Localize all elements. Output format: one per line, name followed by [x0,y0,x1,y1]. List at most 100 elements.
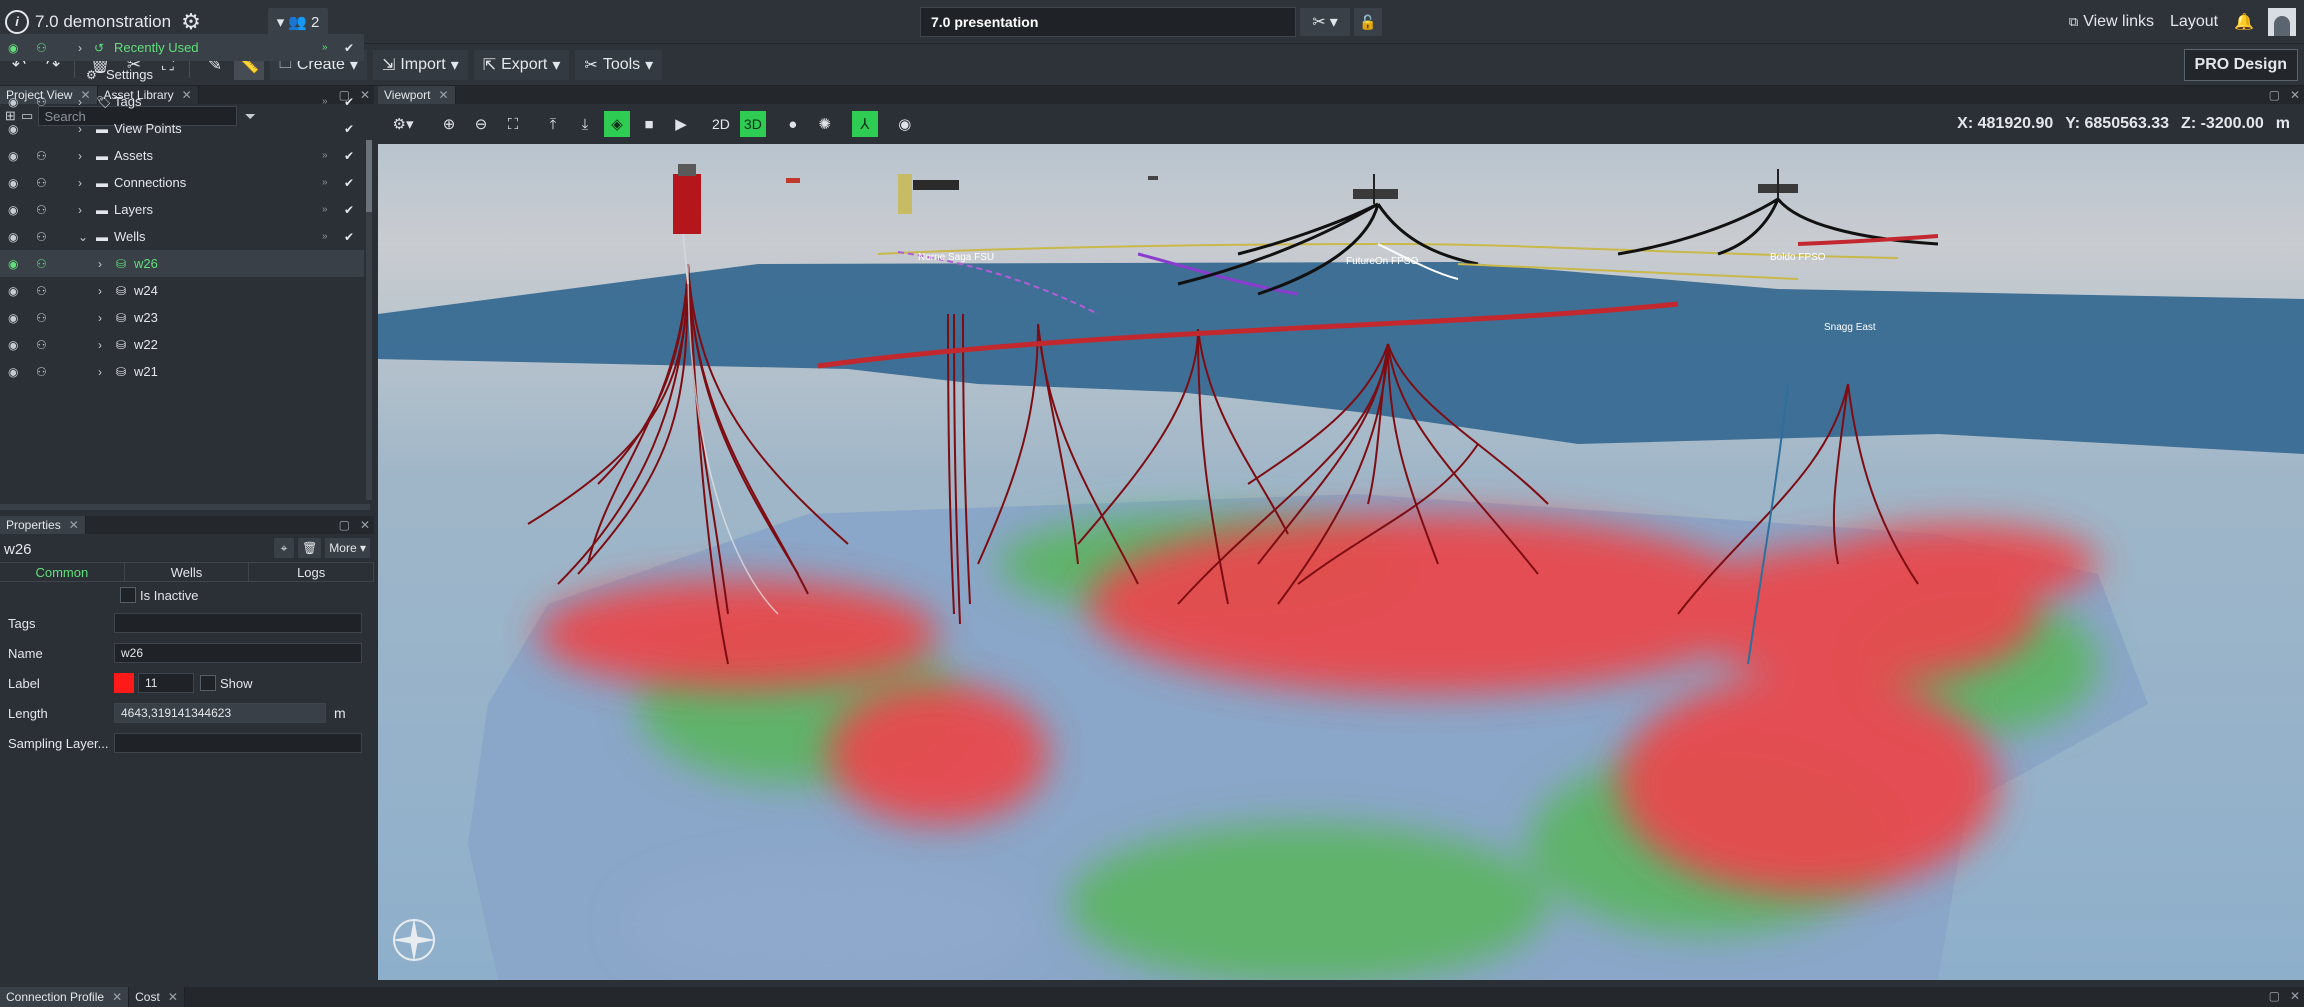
visibility-icon[interactable]: ◉ [8,176,18,190]
tree-item-selected[interactable]: ◉ ⚇ › ⛁ w26 [0,250,364,277]
viewport-3d-scene[interactable]: Norne Saga FSU FutureOn FPSO Boldo FPSO … [378,144,2304,980]
tree-item[interactable]: ◉ ⚇ ⌄ ▬ Wells » ✔ [0,223,364,250]
tools-menu[interactable]: ✂ Tools ▾ [575,49,663,80]
export-menu[interactable]: ⇱ Export ▾ [473,49,570,80]
lock-toggle-icon[interactable]: ⚇ [36,176,47,190]
presentation-tools-button[interactable]: ✂ ▾ [1300,8,1350,36]
close-icon[interactable]: ✕ [69,518,79,532]
check-icon[interactable]: ✔ [344,149,354,163]
lock-toggle-icon[interactable]: ⚇ [36,338,47,352]
light-icon[interactable]: ● [780,111,806,137]
close-icon[interactable]: ✕ [360,518,370,532]
view-2d-button[interactable]: 2D [708,111,734,137]
zoom-out-icon[interactable]: ⊖ [468,111,494,137]
visibility-icon[interactable]: ◉ [8,338,18,352]
chevron-right-icon[interactable]: › [78,149,82,163]
chevron-right-icon[interactable]: › [98,257,102,271]
label-color-swatch[interactable] [114,673,134,693]
name-input[interactable]: w26 [114,643,362,663]
visibility-icon[interactable]: ◉ [8,257,18,271]
tree-item[interactable]: ◉ ⚇ › ▬ Assets » ✔ [0,142,364,169]
delete-icon[interactable]: 🗑 [298,538,322,558]
expand-all-icon[interactable]: » [322,150,328,161]
compass-tool-icon[interactable]: ⅄ [851,111,878,137]
close-icon[interactable]: ✕ [168,990,178,1004]
pro-design-badge[interactable]: PRO Design [2183,49,2298,81]
close-icon[interactable]: ✕ [438,88,448,102]
lock-toggle-icon[interactable]: ⚇ [36,284,47,298]
check-icon[interactable]: ✔ [344,95,354,109]
visibility-icon[interactable]: ◉ [8,149,18,163]
tree-horizontal-scrollbar[interactable] [0,504,370,510]
lock-toggle-icon[interactable]: ⚇ [36,365,47,379]
tree-item[interactable]: ◉ ⚇ › ⛁ w24 [0,277,364,304]
fit-view-icon[interactable]: ⛶ [500,111,526,137]
label-size-input[interactable]: 11 [138,673,194,693]
check-icon[interactable]: ✔ [344,41,354,55]
close-icon[interactable]: ✕ [112,990,122,1004]
tab-viewport[interactable]: Viewport ✕ [378,86,456,104]
check-icon[interactable]: ✔ [344,230,354,244]
more-menu[interactable]: More ▾ [325,538,370,558]
visibility-icon[interactable]: ◉ [8,95,18,109]
chevron-right-icon[interactable]: › [98,311,102,325]
sampling-layer-select[interactable] [114,733,362,753]
app-logo-icon[interactable]: i [5,9,29,34]
import-menu[interactable]: ⇲ Import ▾ [372,49,468,80]
tree-item[interactable]: ◉ ⚇ › ↺ Recently Used » ✔ [0,34,364,61]
view-links-button[interactable]: ⧉ View links [2061,7,2162,37]
tab-connection-profile[interactable]: Connection Profile ✕ [0,987,130,1007]
lock-button[interactable]: 🔓 [1354,8,1382,36]
lock-toggle-icon[interactable]: ⚇ [36,149,47,163]
expand-all-icon[interactable]: » [322,96,328,107]
project-settings-gear-icon[interactable]: ⚙ [181,9,201,35]
layout-button[interactable]: Layout [2162,7,2226,37]
sun-icon[interactable]: ✺ [812,111,838,137]
maximize-icon[interactable]: ▢ [2269,989,2280,1003]
lock-toggle-icon[interactable]: ⚇ [36,95,47,109]
play-icon[interactable]: ▶ [668,111,694,137]
layers-icon[interactable]: ◈ [604,111,630,137]
maximize-icon[interactable]: ▢ [339,518,350,532]
chevron-down-icon[interactable]: ⌄ [78,230,88,244]
tree-scrollbar[interactable] [366,140,372,500]
tree-item[interactable]: ◉ › ▬ View Points ✔ [0,115,364,142]
record-icon[interactable]: ◉ [892,111,918,137]
lock-toggle-icon[interactable]: ⚇ [36,311,47,325]
tree-item[interactable]: ◉ ⚇ › ⛁ w22 [0,331,364,358]
tab-logs[interactable]: Logs [249,563,375,581]
raise-sea-level-icon[interactable]: ⤒ [540,111,566,137]
tree-item[interactable]: ◉ ⚇ › ⛁ w21 [0,358,364,385]
is-inactive-checkbox[interactable] [120,587,136,603]
lower-sea-level-icon[interactable]: ⤓ [572,111,598,137]
tab-cost[interactable]: Cost ✕ [129,987,185,1007]
tree-item[interactable]: ⚙ Settings [0,61,364,88]
tab-wells[interactable]: Wells [125,563,250,581]
visibility-icon[interactable]: ◉ [8,122,18,136]
expand-all-icon[interactable]: » [322,204,328,215]
presentation-input[interactable]: 7.0 presentation [920,7,1296,37]
visibility-icon[interactable]: ◉ [8,41,18,55]
viewport-settings-gear-icon[interactable]: ⚙▾ [384,111,422,137]
check-icon[interactable]: ✔ [344,176,354,190]
close-icon[interactable]: ✕ [2290,88,2300,102]
tab-common[interactable]: Common [0,563,125,581]
check-icon[interactable]: ✔ [344,122,354,136]
chevron-right-icon[interactable]: › [98,338,102,352]
tree-item[interactable]: ◉ ⚇ › ▬ Connections » ✔ [0,169,364,196]
lock-toggle-icon[interactable]: ⚇ [36,257,47,271]
show-label-checkbox[interactable] [200,675,216,691]
visibility-icon[interactable]: ◉ [8,365,18,379]
chevron-right-icon[interactable]: › [98,284,102,298]
tab-properties[interactable]: Properties ✕ [0,516,86,534]
tree-item[interactable]: ◉ ⚇ › 🏷 Tags » ✔ [0,88,364,115]
locate-icon[interactable]: ⌖ [274,538,295,558]
notifications-bell-icon[interactable]: 🔔 [2226,7,2262,37]
chevron-right-icon[interactable]: › [98,365,102,379]
expand-all-icon[interactable]: » [322,177,328,188]
tree-item[interactable]: ◉ ⚇ › ▬ Layers » ✔ [0,196,364,223]
lock-toggle-icon[interactable]: ⚇ [36,41,47,55]
check-icon[interactable]: ✔ [344,203,354,217]
expand-all-icon[interactable]: » [322,231,328,242]
expand-all-icon[interactable]: » [322,42,328,53]
